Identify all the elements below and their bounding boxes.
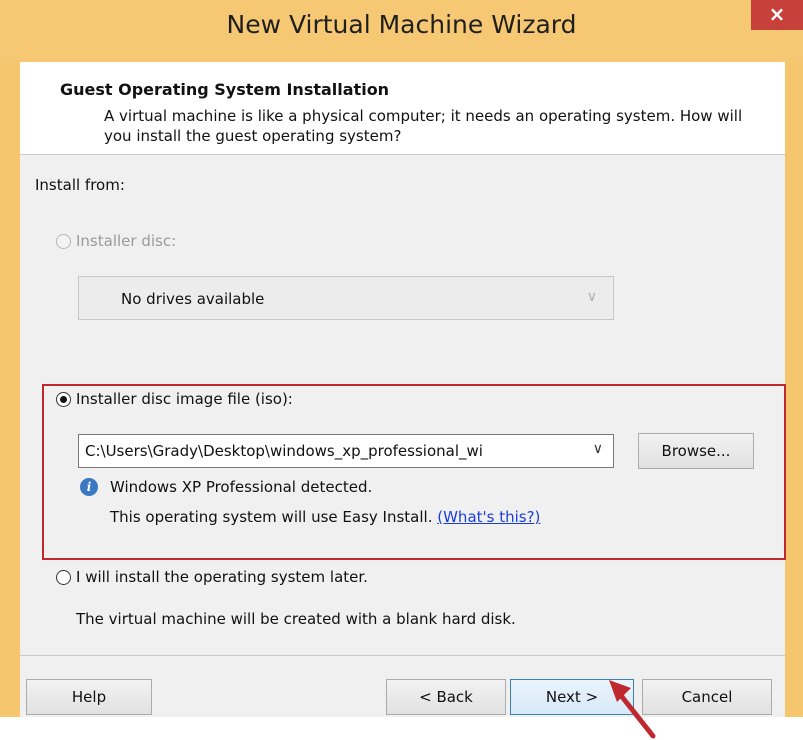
install-later-label: I will install the operating system late… [76,568,368,586]
wizard-client-area: Guest Operating System Installation A vi… [20,62,786,717]
window-title: New Virtual Machine Wizard [226,10,577,39]
chevron-down-icon: ∨ [586,289,597,305]
install-from-label: Install from: [35,176,125,194]
page-description: A virtual machine is like a physical com… [104,107,743,145]
back-button[interactable]: < Back [386,679,506,715]
iso-highlight-box [42,384,786,560]
os-detected-text: Windows XP Professional detected. [110,478,373,496]
radio-selected-dot [60,396,67,403]
install-later-description: The virtual machine will be created with… [76,610,516,628]
pointer-arrow-icon [609,680,656,739]
wizard-header: Guest Operating System Installation A vi… [20,62,785,155]
iso-option-label: Installer disc image file (iso): [76,390,293,408]
drive-select-value: No drives available [121,290,265,308]
iso-path-value: C:\Users\Grady\Desktop\windows_xp_profes… [85,442,483,460]
iso-radio[interactable] [56,392,71,407]
help-button[interactable]: Help [26,679,152,715]
browse-button[interactable]: Browse... [638,433,754,469]
easy-install-line: This operating system will use Easy Inst… [110,508,540,526]
easy-install-text: This operating system will use Easy Inst… [110,508,433,526]
installer-disc-label: Installer disc: [76,232,177,250]
installer-disc-radio[interactable] [56,234,71,249]
title-bar[interactable]: New Virtual Machine Wizard × [0,0,803,62]
close-button[interactable]: × [751,0,803,30]
footer-separator [20,655,785,656]
whats-this-link[interactable]: (What's this?) [437,508,540,526]
chevron-down-icon[interactable]: ∨ [593,441,603,457]
iso-path-combobox[interactable]: C:\Users\Grady\Desktop\windows_xp_profes… [78,434,614,468]
install-later-radio[interactable] [56,570,71,585]
info-icon: i [80,478,98,496]
page-title: Guest Operating System Installation [60,80,390,99]
close-icon: × [768,2,786,26]
drive-select[interactable]: No drives available ∨ [78,276,614,320]
